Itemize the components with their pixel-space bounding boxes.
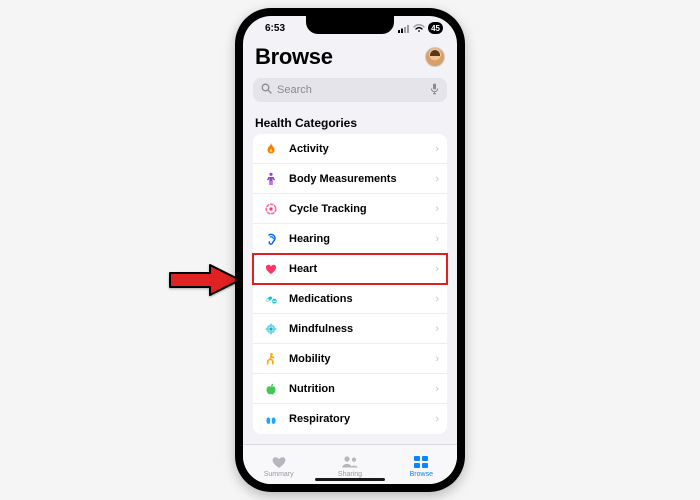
dictation-icon[interactable] — [430, 83, 439, 98]
category-label: Medications — [289, 293, 435, 305]
heart-tab-icon — [270, 454, 288, 470]
chevron-right-icon: › — [435, 323, 439, 335]
category-label: Respiratory — [289, 413, 435, 425]
chevron-right-icon: › — [435, 263, 439, 275]
category-label: Mindfulness — [289, 323, 435, 335]
chevron-right-icon: › — [435, 203, 439, 215]
section-header: Health Categories — [243, 110, 457, 134]
flame-icon — [263, 141, 279, 157]
category-label: Mobility — [289, 353, 435, 365]
heart-icon — [263, 261, 279, 277]
apple-icon — [263, 381, 279, 397]
tab-label: Summary — [264, 471, 294, 478]
chevron-right-icon: › — [435, 353, 439, 365]
category-mindfulness[interactable]: Mindfulness › — [253, 314, 447, 344]
search-icon — [261, 83, 272, 97]
tab-summary[interactable]: Summary — [243, 445, 314, 484]
battery-level: 45 — [431, 24, 440, 33]
tab-label: Sharing — [338, 471, 362, 478]
category-cycle-tracking[interactable]: Cycle Tracking › — [253, 194, 447, 224]
search-placeholder: Search — [277, 84, 312, 96]
people-tab-icon — [340, 454, 360, 470]
home-indicator — [315, 478, 385, 481]
body-icon — [263, 171, 279, 187]
tab-label: Browse — [410, 471, 433, 478]
callout-arrow — [164, 260, 244, 300]
category-label: Nutrition — [289, 383, 435, 395]
category-body-measurements[interactable]: Body Measurements › — [253, 164, 447, 194]
category-label: Body Measurements — [289, 173, 435, 185]
chevron-right-icon: › — [435, 233, 439, 245]
chevron-right-icon: › — [435, 143, 439, 155]
category-hearing[interactable]: Hearing › — [253, 224, 447, 254]
pills-icon — [263, 291, 279, 307]
tab-bar: Summary Sharing Browse — [243, 444, 457, 484]
category-heart[interactable]: Heart › — [253, 254, 447, 284]
category-respiratory[interactable]: Respiratory › — [253, 404, 447, 434]
search-field[interactable]: Search — [253, 78, 447, 102]
status-time: 6:53 — [265, 23, 285, 34]
grid-tab-icon — [413, 454, 429, 470]
tab-browse[interactable]: Browse — [386, 445, 457, 484]
category-label: Heart — [289, 263, 435, 275]
mindfulness-icon — [263, 321, 279, 337]
category-label: Activity — [289, 143, 435, 155]
category-medications[interactable]: Medications › — [253, 284, 447, 314]
phone-frame: 6:53 45 Browse — [235, 8, 465, 492]
category-label: Cycle Tracking — [289, 203, 435, 215]
chevron-right-icon: › — [435, 413, 439, 425]
category-activity[interactable]: Activity › — [253, 134, 447, 164]
cellular-icon — [398, 24, 410, 33]
category-nutrition[interactable]: Nutrition › — [253, 374, 447, 404]
chevron-right-icon: › — [435, 383, 439, 395]
wifi-icon — [413, 24, 425, 33]
screen: 6:53 45 Browse — [243, 16, 457, 484]
cycle-icon — [263, 201, 279, 217]
large-title-header: Browse — [243, 40, 457, 74]
lungs-icon — [263, 411, 279, 427]
chevron-right-icon: › — [435, 173, 439, 185]
notch — [306, 16, 394, 34]
battery-icon: 45 — [428, 22, 443, 34]
chevron-right-icon: › — [435, 293, 439, 305]
health-categories-list: Activity › Body Measurements › Cycle Tra… — [253, 134, 447, 434]
profile-avatar[interactable] — [425, 47, 445, 67]
category-mobility[interactable]: Mobility › — [253, 344, 447, 374]
mobility-icon — [263, 351, 279, 367]
page-title: Browse — [255, 44, 333, 70]
ear-icon — [263, 231, 279, 247]
category-label: Hearing — [289, 233, 435, 245]
